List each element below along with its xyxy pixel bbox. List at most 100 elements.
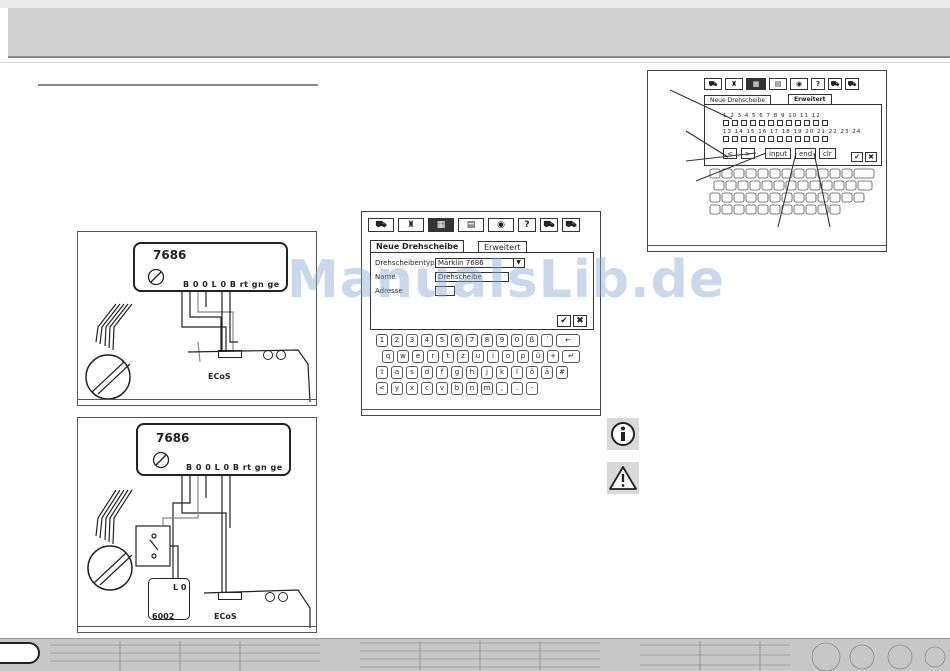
- key[interactable]: 1: [376, 334, 388, 347]
- figure-footer: [78, 399, 316, 405]
- terminal-labels: B 0 0 L 0 B rt gn ge: [183, 280, 280, 289]
- ecos-port-icon: [265, 592, 275, 602]
- module-number: 7686: [156, 431, 190, 445]
- header-top-strip: [0, 0, 950, 8]
- key[interactable]: 2: [391, 334, 403, 347]
- loco-icon[interactable]: ⛟: [368, 218, 394, 232]
- switch-icon[interactable]: ♜: [398, 218, 424, 232]
- key[interactable]: 3: [406, 334, 418, 347]
- panel-icon[interactable]: ▦: [428, 218, 454, 232]
- enter-key[interactable]: ↵: [562, 350, 580, 363]
- cancel-button[interactable]: ✖: [573, 315, 587, 327]
- wiring-figure-1: 7686 B 0 0 L 0 B rt gn ge ECoS: [77, 231, 317, 406]
- ecos-connector: [218, 350, 242, 358]
- figure-footer: [78, 626, 316, 632]
- figure-footer: [362, 409, 600, 415]
- info-icon: [607, 418, 639, 450]
- key[interactable]: a: [391, 366, 403, 379]
- key[interactable]: q: [382, 350, 394, 363]
- ok-cancel: ✔ ✖: [557, 315, 587, 327]
- key[interactable]: j: [481, 366, 493, 379]
- key[interactable]: n: [466, 382, 478, 395]
- key[interactable]: t: [442, 350, 454, 363]
- key[interactable]: <: [376, 382, 388, 395]
- warning-icon: [607, 462, 639, 494]
- key[interactable]: 8: [481, 334, 493, 347]
- key[interactable]: l: [511, 366, 523, 379]
- key[interactable]: w: [397, 350, 409, 363]
- key[interactable]: m: [481, 382, 493, 395]
- footer-band: [0, 638, 950, 671]
- key[interactable]: i: [487, 350, 499, 363]
- ecos-port-icon: [276, 350, 286, 360]
- key[interactable]: y: [391, 382, 403, 395]
- key[interactable]: -: [526, 382, 538, 395]
- rotary-switch-icon: [147, 268, 165, 286]
- loco-right-icon[interactable]: ⛟: [562, 218, 580, 232]
- loco-left-icon[interactable]: ⛟: [540, 218, 558, 232]
- key[interactable]: c: [421, 382, 433, 395]
- header-band: [8, 8, 950, 58]
- key[interactable]: g: [451, 366, 463, 379]
- callout-lines: [669, 89, 831, 228]
- key[interactable]: x: [406, 382, 418, 395]
- key[interactable]: o: [502, 350, 514, 363]
- key[interactable]: ö: [526, 366, 538, 379]
- header-divider: [0, 62, 950, 63]
- key[interactable]: k: [496, 366, 508, 379]
- wiring-figure-2: 7686 B 0 0 L 0 B rt gn ge L 0 6002 ECoS: [77, 417, 317, 633]
- ecos-toolbar: ⛟ ♜ ▦ ▤ ◉ ? ⛟ ⛟: [368, 218, 580, 232]
- shift-key[interactable]: ⇧: [376, 366, 388, 379]
- key[interactable]: ü: [532, 350, 544, 363]
- decoder-module-7686: 7686 B 0 0 L 0 B rt gn ge: [136, 423, 291, 476]
- backspace-key[interactable]: ←: [556, 334, 580, 347]
- ecos-screen-new-turntable: ⛟ ♜ ▦ ▤ ◉ ? ⛟ ⛟ Neue Drehscheibe Erweite…: [361, 211, 601, 416]
- ecos-port-icon: [263, 350, 273, 360]
- ecos-label: ECoS: [208, 372, 231, 381]
- key[interactable]: +: [547, 350, 559, 363]
- key[interactable]: f: [436, 366, 448, 379]
- ecos-port-icon: [278, 592, 288, 602]
- key[interactable]: 6: [451, 334, 463, 347]
- key[interactable]: b: [451, 382, 463, 395]
- key[interactable]: r: [427, 350, 439, 363]
- ecos-connector: [218, 592, 242, 600]
- key[interactable]: 0: [511, 334, 523, 347]
- onscreen-keyboard: 1 2 3 4 5 6 7 8 9 0 ß ´ ← q w e r t z u …: [376, 334, 580, 398]
- key[interactable]: v: [436, 382, 448, 395]
- decoder-module-7686: 7686 B 0 0 L 0 B rt gn ge: [133, 242, 288, 292]
- key[interactable]: p: [517, 350, 529, 363]
- key[interactable]: e: [412, 350, 424, 363]
- key[interactable]: z: [457, 350, 469, 363]
- device-pins: L 0: [173, 583, 187, 592]
- ecos-screen-advanced: ⛟ ♜ ▦ ▤ ◉ ? ⛟ ⛟ Neue Drehscheibe Erweite…: [647, 70, 887, 252]
- device-label: 6002: [152, 612, 175, 621]
- key[interactable]: h: [466, 366, 478, 379]
- module-number: 7686: [153, 248, 187, 262]
- key[interactable]: ä: [541, 366, 553, 379]
- key[interactable]: ß: [526, 334, 538, 347]
- key[interactable]: .: [511, 382, 523, 395]
- warning-glyph: [609, 466, 637, 490]
- key[interactable]: #: [556, 366, 568, 379]
- keyboard-icon[interactable]: ▤: [458, 218, 484, 232]
- key[interactable]: ´: [541, 334, 553, 347]
- key[interactable]: 7: [466, 334, 478, 347]
- help-icon[interactable]: ?: [518, 218, 536, 232]
- key[interactable]: ,: [496, 382, 508, 395]
- section-rule: [38, 84, 318, 86]
- key[interactable]: 4: [421, 334, 433, 347]
- key[interactable]: s: [406, 366, 418, 379]
- ok-button[interactable]: ✔: [557, 315, 571, 327]
- ecos-label: ECoS: [214, 612, 237, 621]
- watermark: ManualsLib.de: [287, 250, 726, 310]
- key[interactable]: u: [472, 350, 484, 363]
- key[interactable]: 5: [436, 334, 448, 347]
- key[interactable]: d: [421, 366, 433, 379]
- settings-icon[interactable]: ◉: [488, 218, 514, 232]
- key[interactable]: 9: [496, 334, 508, 347]
- page-tab: [0, 642, 40, 664]
- rotary-switch-icon: [152, 451, 170, 469]
- footer-technical-drawing: [50, 641, 946, 671]
- terminal-labels: B 0 0 L 0 B rt gn ge: [186, 463, 283, 472]
